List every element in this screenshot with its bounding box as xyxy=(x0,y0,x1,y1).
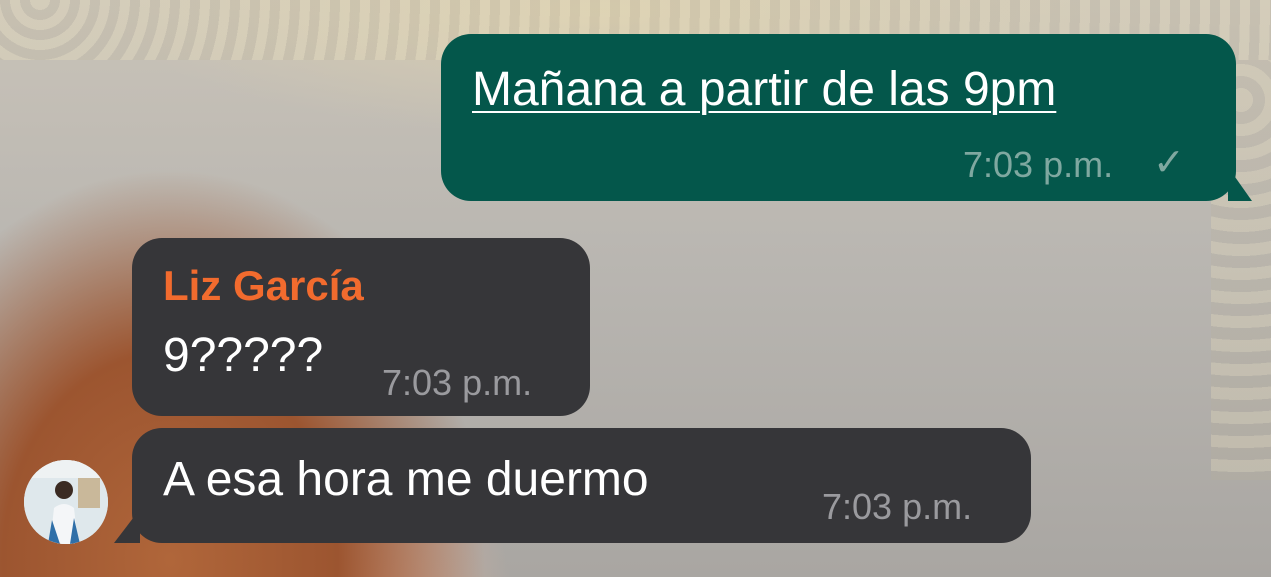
message-text: A esa hora me duermo xyxy=(163,453,649,506)
message-text[interactable]: Mañana a partir de las 9pm xyxy=(472,62,1056,118)
sender-name[interactable]: Liz García xyxy=(163,262,364,310)
message-text: 9????? xyxy=(163,329,324,382)
incoming-message-bubble[interactable]: Liz García 9????? 7:03 p.m. xyxy=(132,238,590,416)
bubble-tail xyxy=(114,509,140,543)
single-check-icon: ✓ xyxy=(1153,142,1185,184)
message-timestamp: 7:03 p.m. xyxy=(822,486,973,527)
contact-avatar-icon[interactable] xyxy=(24,460,108,544)
message-timestamp: 7:03 p.m. xyxy=(963,144,1114,185)
incoming-message-bubble[interactable]: A esa hora me duermo 7:03 p.m. xyxy=(114,428,1031,543)
avatar-photo xyxy=(24,460,108,544)
outgoing-message-bubble[interactable]: Mañana a partir de las 9pm 7:03 p.m. ✓ xyxy=(441,34,1252,201)
message-timestamp: 7:03 p.m. xyxy=(382,362,533,403)
bubble-tail xyxy=(1228,167,1252,201)
